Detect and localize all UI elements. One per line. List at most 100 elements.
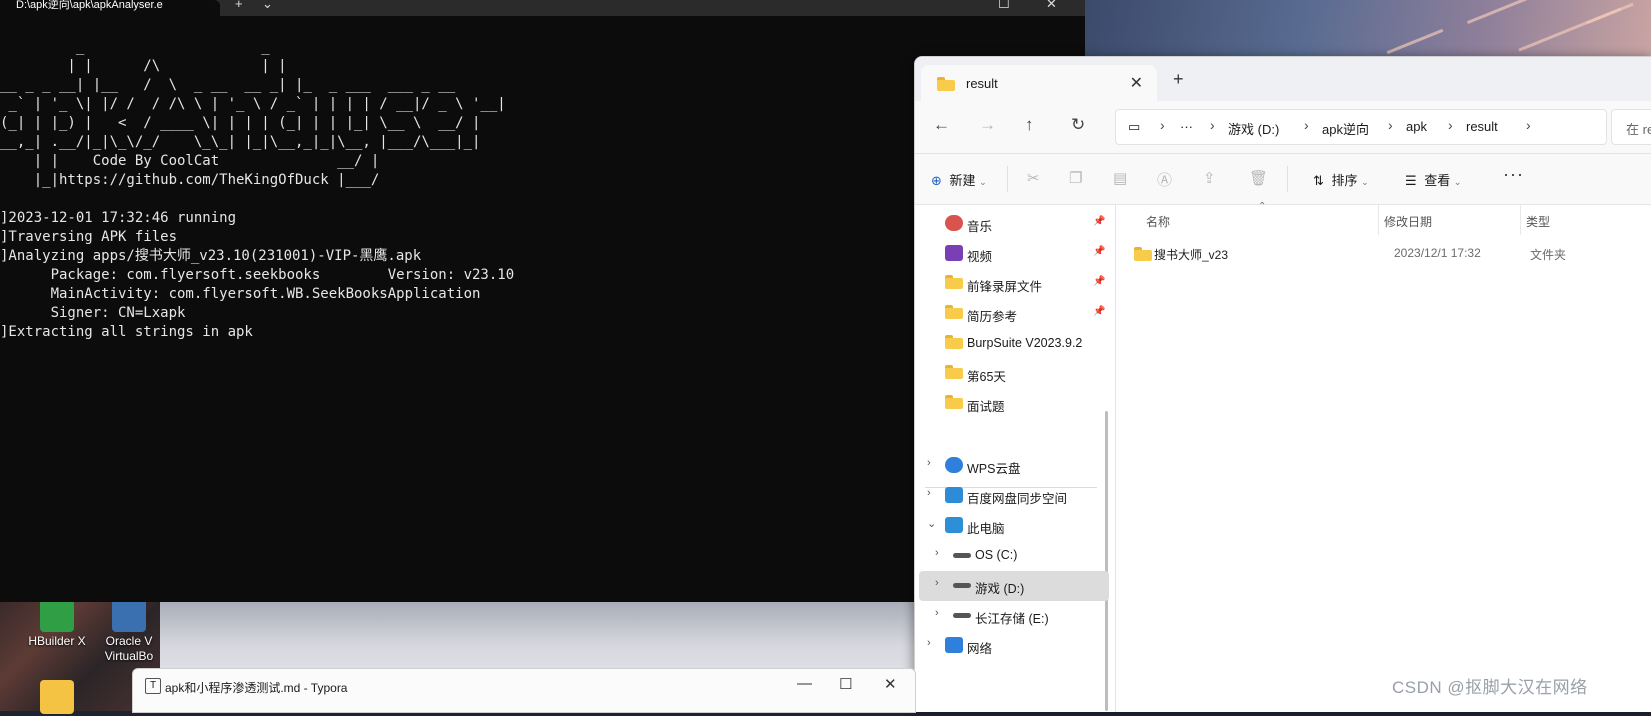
view-button[interactable]: ☰ 查看 ⌄ [1405, 170, 1461, 189]
more-options-icon[interactable]: ··· [1503, 164, 1524, 185]
nav-item-quick-access[interactable]: 第65天 [915, 359, 1105, 389]
folder-icon [40, 680, 74, 714]
pc-icon [945, 517, 963, 533]
typora-window-titlebar[interactable]: T apk和小程序渗透测试.md - Typora — ☐ ✕ [132, 668, 916, 713]
nav-item-label: 长江存储 (E:) [975, 612, 1049, 626]
nav-item-tree[interactable]: › 长江存储 (E:) [915, 601, 1105, 631]
nav-scrollbar[interactable] [1105, 411, 1108, 711]
watermark: CSDN @抠脚大汉在网络 [1392, 678, 1588, 697]
chevron-right-icon: › [1160, 117, 1165, 133]
chevron-down-icon: ⌄ [979, 177, 987, 187]
share-icon[interactable]: ⇪ [1203, 169, 1216, 187]
chevron-right-icon[interactable]: › [927, 487, 931, 499]
rename-icon[interactable]: Ⓐ [1157, 169, 1172, 190]
plus-circle-icon: ⊕ [931, 173, 942, 188]
chevron-right-icon[interactable]: › [935, 577, 939, 589]
file-explorer-window[interactable]: result ✕ + ← → ↑ ↻ ▭ › ··· › 游戏 (D:) › a… [914, 56, 1651, 712]
minimize-button[interactable]: — [797, 675, 812, 692]
chevron-right-icon: › [1304, 117, 1309, 133]
paste-icon[interactable]: ▤ [1113, 169, 1127, 187]
nav-item-label: 网络 [967, 642, 993, 656]
nav-item-tree[interactable]: ⌄ 此电脑 [915, 511, 1105, 541]
close-button[interactable]: ✕ [884, 675, 897, 693]
sort-button-label: 排序 [1331, 173, 1358, 188]
terminal-tab[interactable]: D:\apk逆向\apk\apkAnalyser.e [0, 0, 220, 16]
desktop-icon-label: Oracle V [105, 634, 153, 648]
maximize-button[interactable]: ☐ [998, 0, 1010, 10]
folder-icon [945, 395, 963, 411]
column-header-date[interactable]: 修改日期 [1384, 213, 1432, 230]
copy-icon[interactable]: ❐ [1069, 169, 1082, 187]
music-icon [945, 215, 963, 231]
explorer-tabbar: result ✕ + [915, 57, 1651, 101]
desktop-icon-hbuilder[interactable]: HBuilder X [22, 598, 92, 649]
nav-item-quick-access[interactable]: BurpSuite V2023.9.2 [915, 329, 1105, 359]
network-icon [945, 637, 963, 653]
column-header-name[interactable]: 名称 [1146, 213, 1170, 230]
breadcrumb-item[interactable]: 游戏 (D:) [1228, 119, 1279, 138]
nav-item-label: 视频 [967, 250, 993, 264]
nav-item-label: 游戏 (D:) [975, 582, 1025, 596]
file-name: 搜书大师_v23 [1154, 248, 1229, 262]
nav-item-quick-access[interactable]: 面试题 [915, 389, 1105, 419]
wallpaper-sky [1085, 0, 1651, 60]
nav-item-quick-access[interactable]: 前锋录屏文件 📌 [915, 269, 1105, 299]
nav-item-label: OS (C:) [975, 548, 1018, 562]
file-row[interactable]: 搜书大师_v23 2023/12/1 17:32 文件夹 [1116, 241, 1651, 267]
file-type: 文件夹 [1530, 248, 1567, 262]
close-tab-icon[interactable]: ✕ [1130, 73, 1143, 93]
nav-item-quick-access[interactable]: 音乐 📌 [915, 209, 1105, 239]
nav-item-tree[interactable]: › 百度网盘同步空间 [915, 481, 1105, 511]
folder-icon [945, 275, 963, 291]
pin-icon: 📌 [1093, 276, 1106, 287]
column-header-type[interactable]: 类型 [1526, 213, 1550, 230]
delete-icon[interactable]: 🗑 [1249, 169, 1268, 187]
breadcrumb-more[interactable]: ··· [1180, 119, 1193, 134]
breadcrumb-item[interactable]: result [1466, 119, 1498, 134]
nav-item-quick-access[interactable]: 视频 📌 [915, 239, 1105, 269]
breadcrumb-item[interactable]: apk [1406, 119, 1427, 134]
sort-button[interactable]: ⇅ 排序 ⌄ [1313, 170, 1369, 189]
terminal-tabbar: D:\apk逆向\apk\apkAnalyser.e + ⌄ ☐ ✕ [0, 0, 1085, 16]
terminal-line: _ _ [0, 39, 270, 55]
nav-item-label: 百度网盘同步空间 [967, 492, 1068, 506]
pin-icon: 📌 [1093, 306, 1106, 317]
new-button[interactable]: ⊕ 新建 ⌄ [931, 170, 987, 189]
up-arrow-icon[interactable]: ↑ [1025, 115, 1034, 135]
chevron-right-icon[interactable]: › [935, 547, 939, 559]
nav-item-label: 音乐 [967, 220, 993, 234]
typora-logo-icon: T [145, 678, 161, 694]
nav-item-quick-access[interactable]: 简历参考 📌 [915, 299, 1105, 329]
chevron-right-icon[interactable]: › [935, 607, 939, 619]
tab-dropdown-icon[interactable]: ⌄ [262, 0, 273, 10]
chevron-right-icon[interactable]: › [927, 637, 931, 649]
breadcrumb[interactable]: ▭ › ··· › 游戏 (D:) › apk逆向 › apk › result… [1115, 109, 1607, 145]
folder-icon [1134, 247, 1152, 261]
maximize-button[interactable]: ☐ [839, 675, 852, 693]
breadcrumb-item[interactable]: apk逆向 [1322, 119, 1369, 138]
chevron-right-icon: › [1526, 117, 1531, 133]
chevron-down-icon[interactable]: ⌄ [927, 517, 936, 530]
refresh-icon[interactable]: ↻ [1071, 115, 1085, 135]
new-tab-button[interactable]: + [235, 0, 243, 10]
pc-icon[interactable]: ▭ [1128, 119, 1140, 135]
cut-icon[interactable]: ✂ [1027, 169, 1040, 187]
chevron-down-icon: ⌄ [1453, 177, 1462, 187]
chevron-right-icon: › [1448, 117, 1453, 133]
typora-title: apk和小程序渗透测试.md - Typora [165, 681, 348, 695]
nav-item-tree[interactable]: › WPS云盘 [915, 451, 1105, 481]
search-input[interactable]: 在 re [1611, 109, 1651, 145]
hbuilder-icon [40, 598, 74, 632]
drive-icon [953, 553, 971, 558]
back-arrow-icon[interactable]: ← [933, 115, 950, 135]
nav-item-tree[interactable]: › 游戏 (D:) [919, 571, 1109, 601]
nav-item-tree[interactable]: › 网络 [915, 631, 1105, 661]
nav-item-tree[interactable]: › OS (C:) [915, 541, 1105, 571]
new-tab-button[interactable]: + [1173, 69, 1184, 90]
forward-arrow-icon[interactable]: → [979, 115, 996, 135]
close-button[interactable]: ✕ [1046, 0, 1057, 10]
desktop-icon-virtualbox[interactable]: Oracle V VirtualBo [94, 598, 164, 664]
explorer-tab[interactable]: result ✕ [921, 65, 1157, 101]
navigation-pane: 音乐 📌 视频 📌 前锋录屏文件 📌 简历参考 📌 BurpSuite V2023.9.2 第65… [915, 205, 1116, 712]
chevron-right-icon[interactable]: › [927, 457, 931, 469]
